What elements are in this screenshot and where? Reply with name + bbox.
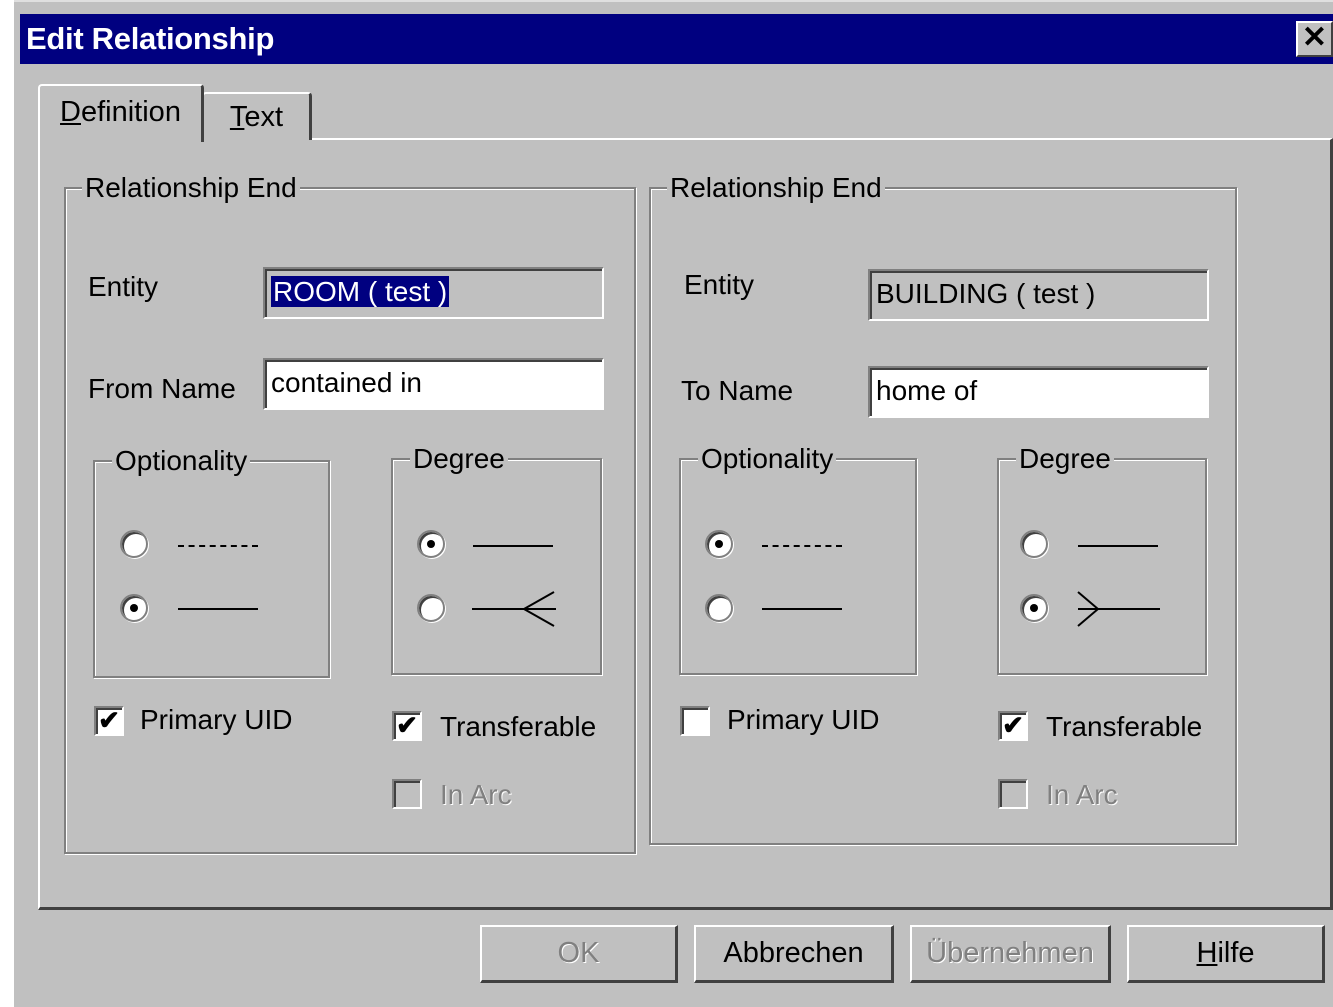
from-name-label: From Name [88,373,236,404]
right-primary-uid-label: Primary UID [727,704,880,735]
left-group-title: Relationship End [82,174,300,202]
tab-definition[interactable]: Definition [38,84,204,142]
from-name-input[interactable]: contained in [263,358,604,410]
check-icon: ✔ [396,710,418,740]
right-optionality-title: Optionality [698,445,837,473]
right-transferable-checkbox[interactable]: ✔ [998,711,1028,741]
right-entity-label: Entity [684,269,755,300]
left-entity-field[interactable]: ROOM ( test ) [263,267,604,319]
close-icon: ✕ [1301,21,1328,54]
to-name-input[interactable]: home of [868,366,1209,418]
ok-button[interactable]: OK [480,925,678,983]
dashed-line-icon [762,545,842,547]
left-optional-radio[interactable] [120,530,148,558]
solid-line-icon [762,608,842,610]
right-entity-field[interactable]: BUILDING ( test ) [868,269,1209,321]
window-title: Edit Relationship [26,21,275,56]
tab-text-mnemonic: T [229,101,245,133]
radio-dot [130,604,138,612]
left-many-radio[interactable] [417,594,445,622]
help-button[interactable]: Hilfe [1127,925,1325,983]
left-entity-label: Entity [88,271,159,302]
right-in-arc-label: In Arc [1046,779,1118,810]
left-transferable-label: Transferable [440,711,597,742]
radio-dot [715,540,723,548]
cancel-button[interactable]: Abbrechen [694,925,894,983]
left-optionality-group [93,460,330,678]
right-degree-group [997,458,1207,675]
solid-line-icon [473,545,553,547]
left-entity-value: ROOM ( test ) [271,276,450,307]
tab-definition-mnemonic: D [60,96,81,128]
left-primary-uid-label: Primary UID [140,704,293,735]
to-name-label: To Name [681,375,794,406]
close-button[interactable]: ✕ [1296,21,1333,57]
check-icon: ✔ [98,705,120,735]
crows-foot-icon [472,591,556,627]
tab-definition-label: efinition [80,96,181,128]
radio-dot [1030,604,1038,612]
help-label: ilfe [1217,937,1255,969]
left-degree-title: Degree [410,445,508,473]
left-mandatory-radio[interactable] [120,594,148,622]
right-many-radio[interactable] [1020,594,1048,622]
right-optionality-group [679,458,917,675]
right-one-radio[interactable] [1020,530,1048,558]
help-mnemonic: H [1196,937,1218,969]
crows-foot-icon [1077,591,1160,627]
right-transferable-label: Transferable [1046,711,1203,742]
right-mandatory-radio[interactable] [705,594,733,622]
check-icon: ✔ [1002,710,1024,740]
right-degree-title: Degree [1016,445,1114,473]
right-in-arc-checkbox[interactable] [998,779,1028,809]
left-one-radio[interactable] [417,530,445,558]
left-degree-group [391,458,602,675]
left-in-arc-label: In Arc [440,779,512,810]
left-primary-uid-checkbox[interactable]: ✔ [94,706,124,736]
tab-text-label: ext [244,101,284,133]
right-primary-uid-checkbox[interactable] [680,706,710,736]
left-optionality-title: Optionality [112,447,251,475]
solid-line-icon [178,608,258,610]
apply-button[interactable]: Übernehmen [910,925,1111,983]
solid-line-icon [1078,545,1158,547]
left-transferable-checkbox[interactable]: ✔ [392,711,422,741]
radio-dot [427,540,435,548]
dashed-line-icon [178,545,258,547]
window-edge [0,0,14,1007]
left-in-arc-checkbox[interactable] [392,779,422,809]
tab-text[interactable]: Text [202,92,312,140]
right-optional-radio[interactable] [705,530,733,558]
right-group-title: Relationship End [667,174,885,202]
